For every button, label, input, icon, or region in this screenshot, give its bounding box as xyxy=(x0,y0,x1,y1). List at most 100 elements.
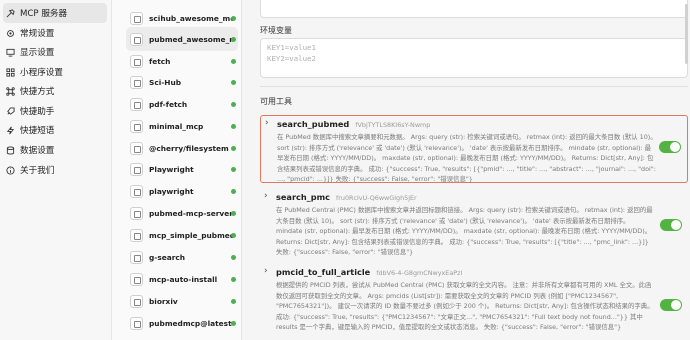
args-textarea[interactable] xyxy=(260,0,688,18)
server-item[interactable]: Sci-Hub xyxy=(126,70,238,94)
tool-item: › pmcid_to_full_article fdbV6-4-G8gmCNwy… xyxy=(260,264,688,340)
status-dot xyxy=(231,124,236,129)
server-icon xyxy=(130,228,143,242)
grid-icon xyxy=(6,67,15,77)
nav-item-label: 数据设置 xyxy=(20,146,55,156)
server-icon xyxy=(130,141,143,155)
mcp-server-list: scihub_awesome_mcp... pubmed_awesome_mcp… xyxy=(112,0,242,340)
nav-item-about[interactable]: 关于我们 xyxy=(3,160,107,180)
nav-item-general[interactable]: 常规设置 xyxy=(3,23,107,43)
env-placeholder-line: KEY2=value2 xyxy=(267,54,316,63)
tool-id: fru0RclvU-Q6wwGlgh5jEr xyxy=(336,194,417,202)
status-dot xyxy=(231,59,236,64)
server-item[interactable]: pubmed_awesome_mcp... xyxy=(126,27,238,51)
tool-item: › search_pubmed fVbjTYTLS8KI6sY-Nwmp 在 P… xyxy=(260,115,688,183)
server-item[interactable]: pdf-fetch xyxy=(126,92,238,116)
scrollbar[interactable] xyxy=(685,4,688,64)
server-name: scihub_awesome_mcp... xyxy=(149,13,233,23)
status-dot xyxy=(231,277,236,282)
status-dot xyxy=(231,80,236,85)
nav-item-miniapp[interactable]: 小程序设置 xyxy=(3,62,107,82)
server-name: pdf-fetch xyxy=(149,99,188,109)
server-icon xyxy=(130,32,143,46)
server-item[interactable]: pubmedmcp@latest xyxy=(126,311,238,335)
nav-item-display[interactable]: 显示设置 xyxy=(3,42,107,62)
server-item[interactable]: mcp_simple_pubmed xyxy=(126,223,238,247)
nav-item-label: MCP 服务器 xyxy=(20,9,68,19)
nav-item-data[interactable]: 数据设置 xyxy=(3,140,107,160)
nav-item-label: 关于我们 xyxy=(20,166,55,176)
env-label: 环境变量 xyxy=(260,26,292,35)
server-item[interactable]: playwright xyxy=(126,179,238,203)
tool-enable-toggle[interactable] xyxy=(660,219,682,231)
status-dot xyxy=(231,16,236,21)
server-item[interactable]: Playwright xyxy=(126,157,238,181)
command-icon xyxy=(6,86,15,96)
server-item[interactable]: minimal_mcp xyxy=(126,114,238,138)
tool-name: pmcid_to_full_article xyxy=(276,267,371,277)
server-icon xyxy=(130,11,143,25)
nav-item-label: 常规设置 xyxy=(20,29,55,39)
server-name: g-search xyxy=(149,252,186,262)
server-name: @cherry/filesystem xyxy=(149,143,229,153)
monitor-icon xyxy=(6,48,15,57)
server-icon xyxy=(130,97,143,111)
nav-item-label: 快捷短语 xyxy=(20,126,55,136)
server-icon xyxy=(130,184,143,198)
nav-item-mcp-servers[interactable]: MCP 服务器 xyxy=(3,3,107,23)
database-icon xyxy=(6,145,15,155)
server-icon xyxy=(130,250,143,264)
nav-item-phrases[interactable]: 快捷短语 xyxy=(3,120,107,140)
server-name: biorxiv xyxy=(149,296,178,306)
server-item[interactable]: mcp-auto-install xyxy=(126,267,238,291)
server-detail-panel: 环境变量 KEY1=value1 KEY2=value2 可用工具 › sear… xyxy=(243,0,690,340)
tool-enable-toggle[interactable] xyxy=(660,299,682,311)
server-name: mcp-auto-install xyxy=(149,274,218,284)
server-name: Playwright xyxy=(149,164,194,174)
server-icon xyxy=(130,206,143,220)
server-icon xyxy=(130,75,143,89)
server-name: pubmed-mcp-server xyxy=(149,208,233,218)
status-dot xyxy=(231,321,236,326)
server-name: pubmed_awesome_mcp... xyxy=(149,34,233,44)
server-item[interactable]: biorxiv xyxy=(126,289,238,313)
hammer-icon xyxy=(6,8,15,18)
rocket-icon xyxy=(6,106,15,116)
tool-description: 在 PubMed 数据库中搜索文章摘要和元数据。 Args: query (st… xyxy=(277,133,657,184)
server-name: fetch xyxy=(149,56,171,66)
nav-item-shortcuts[interactable]: 快捷方式 xyxy=(3,81,107,101)
chevron-right-icon[interactable]: › xyxy=(264,191,268,201)
server-icon xyxy=(130,119,143,133)
server-item[interactable]: g-search xyxy=(126,245,238,269)
tools-label: 可用工具 xyxy=(260,97,292,106)
server-icon xyxy=(130,294,143,308)
status-dot xyxy=(231,167,236,172)
divider xyxy=(260,86,688,87)
server-icon xyxy=(130,316,143,330)
tool-id: fdbV6-4-G8gmCNwyxEaPzl xyxy=(376,269,463,277)
server-name: minimal_mcp xyxy=(149,121,204,131)
status-dot xyxy=(231,233,236,238)
status-dot xyxy=(231,255,236,260)
chevron-right-icon[interactable]: › xyxy=(264,266,268,276)
gear-icon xyxy=(6,29,15,38)
status-dot xyxy=(231,189,236,194)
env-textarea[interactable]: KEY1=value1 KEY2=value2 xyxy=(260,38,688,78)
tool-name: search_pmc xyxy=(276,192,331,202)
tool-id: fVbjTYTLS8KI6sY-Nwmp xyxy=(355,121,431,129)
nav-item-label: 快捷助手 xyxy=(20,107,55,117)
chevron-right-icon[interactable]: › xyxy=(265,118,269,128)
tool-enable-toggle[interactable] xyxy=(659,141,681,153)
zap-icon xyxy=(6,126,15,135)
server-item[interactable]: pubmed-mcp-server xyxy=(126,201,238,225)
server-name: playwright xyxy=(149,186,194,196)
nav-item-label: 小程序设置 xyxy=(20,68,63,78)
nav-item-label: 快捷方式 xyxy=(20,87,55,97)
tool-item: › search_pmc fru0RclvU-Q6wwGlgh5jEr 在 Pu… xyxy=(260,189,688,259)
server-name: Sci-Hub xyxy=(149,77,182,87)
nav-item-assistant[interactable]: 快捷助手 xyxy=(3,101,107,121)
server-icon xyxy=(130,162,143,176)
status-dot xyxy=(231,211,236,216)
env-placeholder-line: KEY1=value1 xyxy=(267,43,316,52)
status-dot xyxy=(231,299,236,304)
